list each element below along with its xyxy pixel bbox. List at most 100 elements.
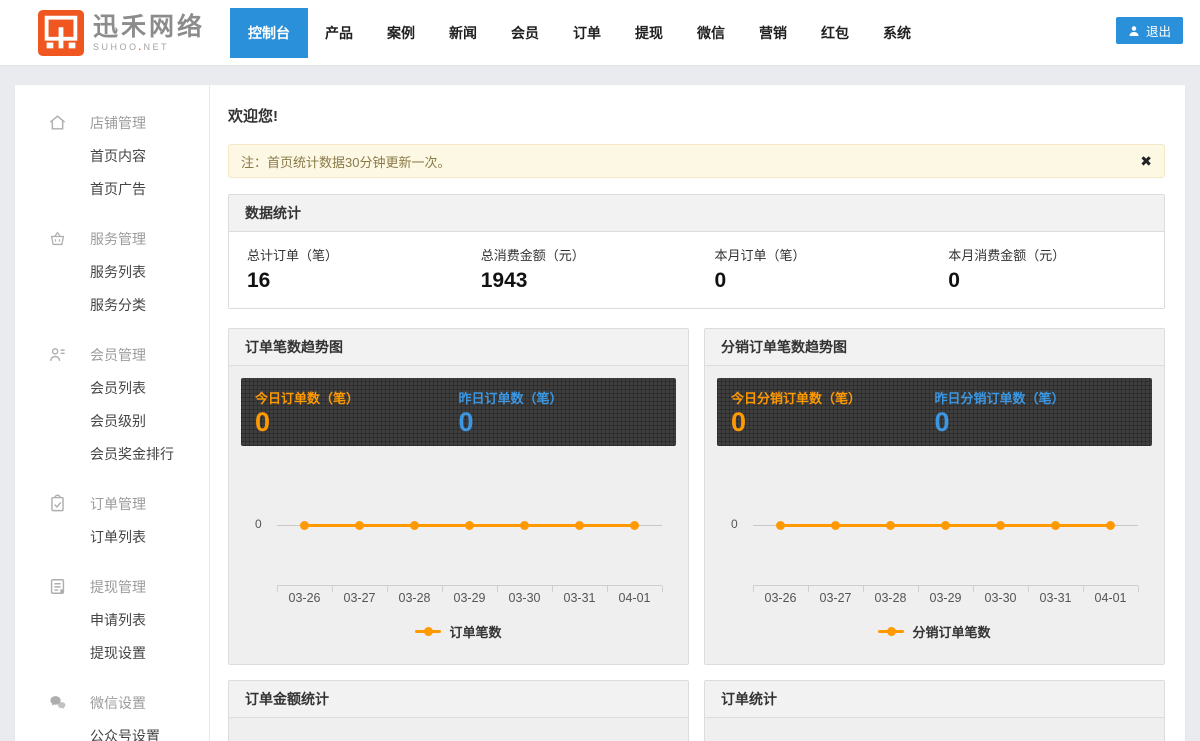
sidebar-item[interactable]: 申请列表 — [15, 604, 209, 637]
sidebar-section-title: 提现管理 — [90, 577, 146, 597]
sidebar-section: 服务管理 服务列表服务分类 — [15, 221, 209, 322]
logo[interactable]: 迅禾网络 SUHOO.NET — [38, 10, 205, 56]
nav-item[interactable]: 新闻 — [432, 9, 494, 57]
sidebar-section-title: 订单管理 — [90, 494, 146, 514]
notice-text: 注：首页统计数据30分钟更新一次。 — [241, 152, 450, 171]
trend-chart-panel: 分销订单笔数趋势图 今日分销订单数（笔） 0 昨日分销订单数（笔） 0 分销订单… — [704, 328, 1165, 665]
nav-item[interactable]: 微信 — [680, 9, 742, 57]
x-axis-tick — [808, 586, 809, 592]
stat-label: 本月订单（笔） — [715, 245, 913, 264]
sidebar-item[interactable]: 服务列表 — [15, 256, 209, 289]
nav-item[interactable]: 提现 — [618, 9, 680, 57]
sidebar-section-title: 会员管理 — [90, 345, 146, 365]
logo-title: 迅禾网络 — [93, 14, 205, 40]
wechat-icon — [48, 693, 67, 712]
sidebar-section-header[interactable]: 订单管理 — [15, 486, 209, 521]
bottom-panel-body — [229, 718, 688, 741]
sidebar-section-header[interactable]: 服务管理 — [15, 221, 209, 256]
yesterday-label: 昨日订单数（笔） — [459, 388, 663, 407]
legend-marker-icon — [878, 630, 904, 633]
data-point — [630, 521, 639, 530]
today-value: 0 — [731, 407, 935, 437]
bottom-panel-body — [705, 718, 1164, 741]
stat-value: 1943 — [481, 269, 679, 293]
today-value: 0 — [255, 407, 459, 437]
stat-label: 总消费金额（元） — [481, 245, 679, 264]
x-axis-tick — [607, 586, 608, 592]
panel-title: 订单统计 — [705, 681, 1164, 718]
sidebar: 店铺管理 首页内容首页广告 服务管理 服务列表服务分类 会员管理 会员列表会员级… — [15, 85, 210, 741]
data-point — [1051, 521, 1060, 530]
nav-item[interactable]: 产品 — [308, 9, 370, 57]
close-icon[interactable]: ✖ — [1140, 154, 1152, 168]
nav-item[interactable]: 会员 — [494, 9, 556, 57]
nav-item[interactable]: 案例 — [370, 9, 432, 57]
data-point — [996, 521, 1005, 530]
nav-item[interactable]: 系统 — [866, 9, 928, 57]
line-chart: 订单笔数 003-2603-2703-2803-2903-3003-3104-0… — [241, 454, 676, 652]
yesterday-value: 0 — [935, 407, 1139, 437]
data-point — [831, 521, 840, 530]
sidebar-item[interactable]: 提现设置 — [15, 637, 209, 670]
nav-item[interactable]: 订单 — [556, 9, 618, 57]
data-point — [355, 521, 364, 530]
orders-icon — [48, 494, 67, 513]
sidebar-item[interactable]: 公众号设置 — [15, 720, 209, 741]
top-navbar: 迅禾网络 SUHOO.NET 控制台产品案例新闻会员订单提现微信营销红包系统 退… — [0, 0, 1200, 66]
chart-legend[interactable]: 订单笔数 — [241, 622, 676, 641]
chart-legend[interactable]: 分销订单笔数 — [717, 622, 1152, 641]
sidebar-section-title: 微信设置 — [90, 693, 146, 713]
sidebar-section-header[interactable]: 微信设置 — [15, 685, 209, 720]
logout-button[interactable]: 退出 — [1116, 17, 1183, 44]
stat-label: 本月消费金额（元） — [948, 245, 1146, 264]
stat-label: 总计订单（笔） — [247, 245, 445, 264]
x-tick-label: 03-29 — [930, 591, 962, 605]
nav-item[interactable]: 红包 — [804, 9, 866, 57]
nav-item[interactable]: 控制台 — [230, 8, 308, 58]
x-tick-label: 03-27 — [820, 591, 852, 605]
nav-item[interactable]: 营销 — [742, 9, 804, 57]
x-axis — [753, 585, 1138, 586]
panel-title: 订单金额统计 — [229, 681, 688, 718]
home-icon — [48, 113, 67, 132]
content-card: 店铺管理 首页内容首页广告 服务管理 服务列表服务分类 会员管理 会员列表会员级… — [15, 85, 1185, 741]
x-tick-label: 03-28 — [399, 591, 431, 605]
x-tick-label: 03-30 — [509, 591, 541, 605]
stat-value: 0 — [948, 269, 1146, 293]
sidebar-item[interactable]: 首页内容 — [15, 140, 209, 173]
x-tick-label: 04-01 — [1095, 591, 1127, 605]
x-axis-tick — [753, 586, 754, 592]
sidebar-section: 会员管理 会员列表会员级别会员奖金排行 — [15, 337, 209, 471]
panel-title: 分销订单笔数趋势图 — [705, 329, 1164, 366]
today-label: 今日分销订单数（笔） — [731, 388, 935, 407]
x-axis-tick — [332, 586, 333, 592]
sidebar-section-header[interactable]: 店铺管理 — [15, 105, 209, 140]
stat-value: 16 — [247, 269, 445, 293]
stats-panel: 数据统计 总计订单（笔） 16 总消费金额（元） 1943 本月订单（笔） 0 … — [228, 194, 1165, 309]
y-axis-tick-label: 0 — [255, 517, 262, 531]
sidebar-section-header[interactable]: 会员管理 — [15, 337, 209, 372]
x-axis-tick — [387, 586, 388, 592]
x-tick-label: 03-29 — [454, 591, 486, 605]
sidebar-item[interactable]: 首页广告 — [15, 173, 209, 206]
sidebar-section: 提现管理 申请列表提现设置 — [15, 569, 209, 670]
data-point — [941, 521, 950, 530]
sidebar-item[interactable]: 会员列表 — [15, 372, 209, 405]
sidebar-section-header[interactable]: 提现管理 — [15, 569, 209, 604]
panel-title: 订单笔数趋势图 — [229, 329, 688, 366]
legend-marker-icon — [415, 630, 441, 633]
sidebar-item[interactable]: 服务分类 — [15, 289, 209, 322]
services-icon — [48, 229, 67, 248]
main-nav: 控制台产品案例新闻会员订单提现微信营销红包系统 — [230, 0, 928, 66]
bottom-panel: 订单金额统计 — [228, 680, 689, 741]
x-tick-label: 03-26 — [289, 591, 321, 605]
data-point — [886, 521, 895, 530]
y-axis-tick-label: 0 — [731, 517, 738, 531]
x-axis-tick — [277, 586, 278, 592]
data-point — [1106, 521, 1115, 530]
sidebar-item[interactable]: 会员奖金排行 — [15, 438, 209, 471]
sidebar-item[interactable]: 订单列表 — [15, 521, 209, 554]
yesterday-label: 昨日分销订单数（笔） — [935, 388, 1139, 407]
sidebar-item[interactable]: 会员级别 — [15, 405, 209, 438]
x-tick-label: 03-28 — [875, 591, 907, 605]
